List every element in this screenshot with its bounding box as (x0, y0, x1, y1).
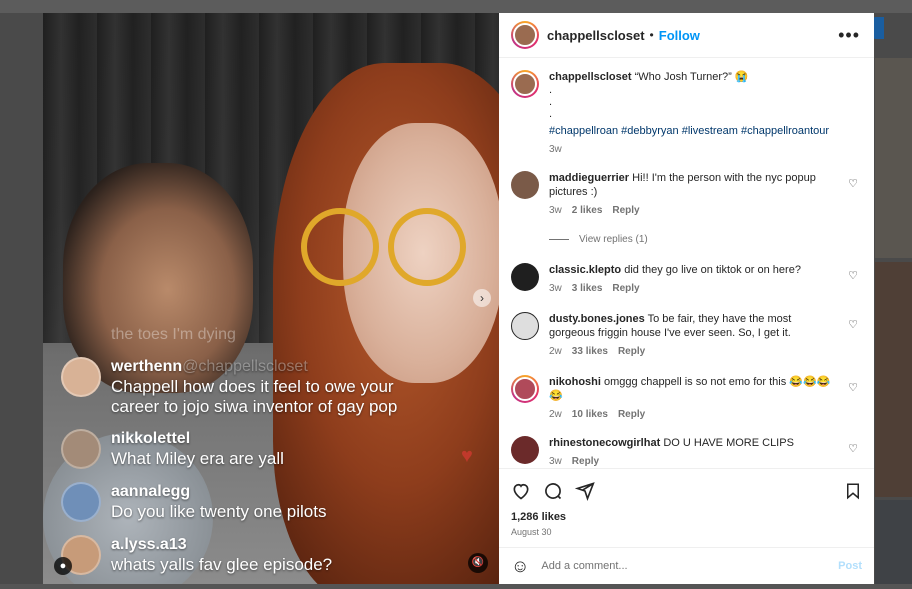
comment-time[interactable]: 2w (549, 408, 562, 422)
avatar[interactable] (511, 263, 539, 291)
comment-username[interactable]: rhinestonecowgirlhat (549, 437, 660, 449)
follow-button[interactable]: Follow (659, 28, 700, 43)
comment-bubble-icon[interactable] (543, 481, 563, 501)
post-details-panel: chappellscloset • Follow ••• chappellscl… (499, 13, 874, 584)
live-comment-user: aannalegg (111, 483, 191, 500)
more-options-icon[interactable]: ••• (838, 25, 860, 46)
live-comment: werthenn@chappellscloset Chappell how do… (61, 357, 411, 417)
like-comment-icon[interactable]: ♡ (848, 381, 858, 394)
backdrop-thumbnail (875, 500, 912, 589)
live-comment-mention: @chappellscloset (182, 358, 308, 375)
caption-dot: . (549, 84, 553, 96)
like-comment-icon[interactable]: ♡ (848, 318, 858, 331)
comment-likes[interactable]: 10 likes (572, 408, 608, 422)
like-comment-icon[interactable]: ♡ (848, 442, 858, 455)
author-username[interactable]: chappellscloset (547, 28, 645, 43)
comment-likes[interactable]: 33 likes (572, 345, 608, 359)
mute-toggle-button[interactable]: 🔇 (468, 553, 488, 573)
comment: classic.klepto did they go live on tikto… (511, 263, 860, 296)
live-comment: aannalegg Do you like twenty one pilots (61, 482, 326, 522)
backdrop-thumbnail (875, 262, 912, 497)
backdrop-thumbnail (0, 584, 912, 589)
live-comment-message: Chappell how does it feel to owe your ca… (111, 377, 398, 416)
comment-username[interactable]: nikohoshi (549, 376, 601, 388)
reply-button[interactable]: Reply (618, 345, 645, 359)
comment-text: did they go live on tiktok or on here? (624, 264, 801, 276)
reply-button[interactable]: Reply (618, 408, 645, 422)
add-comment-bar: ☺ Post (499, 547, 874, 584)
share-send-icon[interactable] (575, 481, 595, 501)
post-comment-button[interactable]: Post (838, 560, 862, 572)
comment-username[interactable]: maddieguerrier (549, 172, 629, 184)
backdrop-topbar (0, 0, 912, 13)
author-avatar[interactable] (511, 70, 539, 98)
live-comment-message: What Miley era are yall (111, 449, 284, 468)
user-tag-icon[interactable]: ● (54, 557, 72, 575)
comment-time[interactable]: 3w (549, 455, 562, 468)
post-actions: 1,286 likes August 30 (499, 468, 874, 547)
live-comment-message: Do you like twenty one pilots (111, 502, 327, 521)
glasses-lens-right (388, 208, 466, 286)
author-avatar[interactable] (511, 21, 539, 49)
comment: maddieguerrier Hi!! I'm the person with … (511, 171, 860, 218)
live-comment-user: nikkolettel (111, 430, 191, 447)
avatar (61, 429, 101, 469)
avatar[interactable] (511, 171, 539, 199)
live-comment: nikkolettel What Miley era are yall (61, 429, 284, 469)
caption-username[interactable]: chappellscloset (549, 71, 632, 83)
caption-hashtags[interactable]: #chappellroan #debbyryan #livestream #ch… (549, 124, 839, 138)
likes-count[interactable]: 1,286 likes (511, 511, 862, 523)
caption-dot: . (549, 108, 553, 120)
post-video[interactable]: the toes I'm dying werthenn@chappellsclo… (43, 13, 499, 584)
like-comment-icon[interactable]: ♡ (848, 269, 858, 282)
live-comment-message: whats yalls fav glee episode? (111, 555, 333, 574)
comment-time[interactable]: 3w (549, 282, 562, 296)
comment: dusty.bones.jones To be fair, they have … (511, 312, 860, 359)
comment-time[interactable]: 3w (549, 204, 562, 218)
backdrop-thumbnail (875, 58, 912, 258)
caption-text: “Who Josh Turner?” 😭 (634, 71, 749, 83)
like-heart-icon[interactable] (511, 481, 531, 501)
post-header: chappellscloset • Follow ••• (499, 13, 874, 58)
avatar (61, 482, 101, 522)
comment-likes[interactable]: 2 likes (572, 204, 603, 218)
post-modal: the toes I'm dying werthenn@chappellsclo… (43, 13, 874, 584)
avatar (61, 357, 101, 397)
comment: nikohoshi omggg chappell is so not emo f… (511, 375, 860, 422)
avatar[interactable] (511, 436, 539, 464)
comment-text: DO U HAVE MORE CLIPS (663, 437, 794, 449)
avatar[interactable] (511, 312, 539, 340)
caption-dot: . (549, 96, 553, 108)
emoji-icon[interactable]: ☺ (511, 556, 529, 577)
post-date[interactable]: August 30 (511, 527, 862, 547)
live-comment-user: werthenn (111, 358, 183, 375)
floating-heart-icon: ♥ (461, 445, 473, 467)
reply-button[interactable]: Reply (612, 282, 639, 296)
live-faded-comment: the toes I'm dying (111, 326, 236, 343)
comments-list[interactable]: chappellscloset “Who Josh Turner?” 😭 . .… (499, 58, 874, 468)
comment-username[interactable]: dusty.bones.jones (549, 313, 645, 325)
next-media-button[interactable]: › (473, 289, 491, 307)
glasses-lens-left (301, 208, 379, 286)
comment: rhinestonecowgirlhat DO U HAVE MORE CLIP… (511, 436, 860, 468)
view-replies-button[interactable]: View replies (1) (549, 234, 860, 245)
comment-likes[interactable]: 3 likes (572, 282, 603, 296)
comment-username[interactable]: classic.klepto (549, 264, 621, 276)
avatar[interactable] (511, 375, 539, 403)
replies-line (549, 239, 569, 240)
save-bookmark-icon[interactable] (844, 481, 862, 501)
comment-input[interactable] (541, 560, 839, 572)
comment-time[interactable]: 2w (549, 345, 562, 359)
view-replies-label[interactable]: View replies (1) (579, 234, 648, 245)
caption-time[interactable]: 3w (549, 143, 562, 157)
post-caption: chappellscloset “Who Josh Turner?” 😭 . .… (511, 70, 860, 157)
live-comment-user: a.lyss.a13 (111, 536, 187, 553)
separator-dot: • (649, 28, 654, 42)
live-comment: a.lyss.a13 whats yalls fav glee episode? (61, 535, 332, 575)
reply-button[interactable]: Reply (612, 204, 639, 218)
reply-button[interactable]: Reply (572, 455, 599, 468)
like-comment-icon[interactable]: ♡ (848, 177, 858, 190)
